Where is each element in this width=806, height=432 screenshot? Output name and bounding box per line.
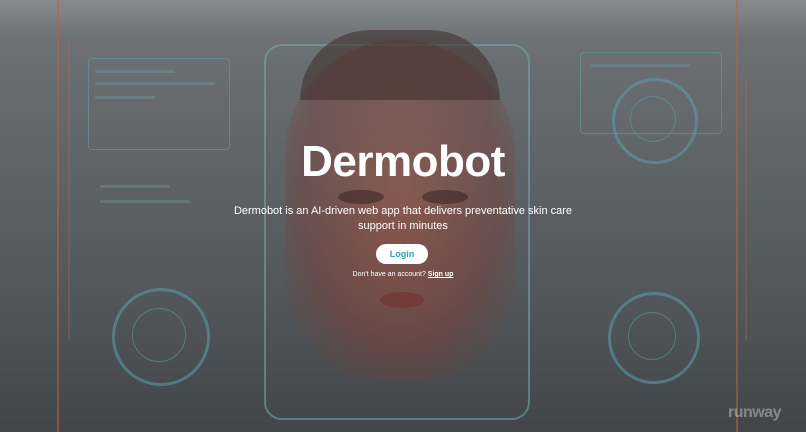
account-prompt: Don't have an account? bbox=[352, 271, 428, 278]
signup-link[interactable]: Sign up bbox=[428, 271, 454, 278]
page-title: Dermobot bbox=[301, 137, 505, 186]
runway-watermark: runway bbox=[728, 404, 782, 421]
hero-description: Dermobot is an AI-driven web app that de… bbox=[233, 205, 573, 232]
login-button[interactable]: Login bbox=[376, 244, 428, 264]
signup-row: Don't have an account? Sign up bbox=[0, 271, 806, 278]
hero-section: Dermobot Dermobot is an AI-driven web ap… bbox=[0, 0, 806, 432]
